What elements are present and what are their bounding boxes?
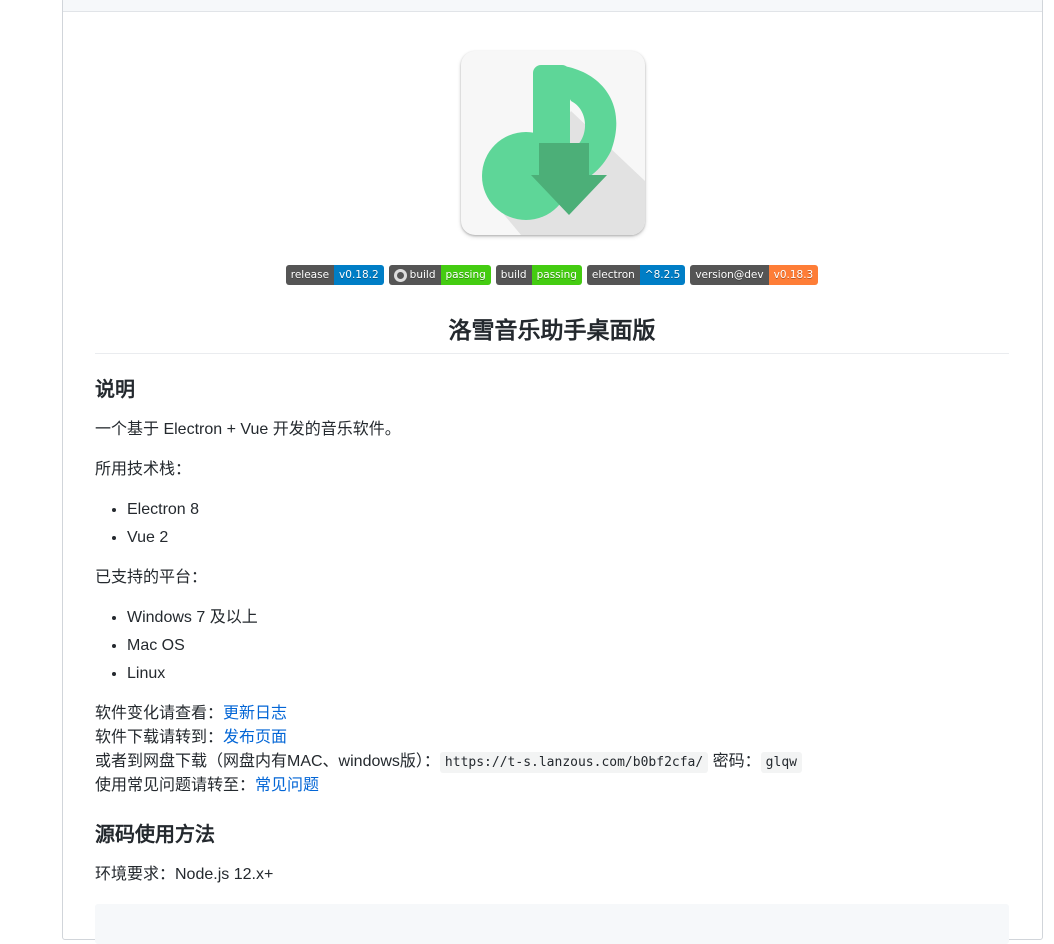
- tech-stack-label: 所用技术栈：: [95, 461, 192, 478]
- faq-link[interactable]: 常见问题: [255, 777, 319, 794]
- badge-value: passing: [440, 265, 491, 285]
- dev-version-badge[interactable]: version@dev v0.18.3: [690, 265, 819, 285]
- section-heading-description: 说明: [95, 379, 135, 401]
- build-actions-badge[interactable]: build passing: [388, 265, 491, 285]
- release-page-link[interactable]: 发布页面: [223, 729, 287, 746]
- badge-label: electron: [586, 265, 640, 285]
- badge-row: release v0.18.2 build passing build pass…: [95, 265, 1009, 285]
- app-logo: [461, 51, 647, 237]
- list-item: Windows 7 及以上: [127, 604, 258, 632]
- music-download-icon: [482, 65, 645, 235]
- badge-value: v0.18.3: [768, 265, 819, 285]
- netdisk-url: https://t-s.lanzous.com/b0bf2cfa/: [439, 752, 709, 773]
- badge-label: release: [285, 265, 335, 285]
- download-line: 软件下载请转到：发布页面: [95, 729, 288, 746]
- badge-label: version@dev: [690, 265, 769, 285]
- badge-value: ^8.2.5: [639, 265, 686, 285]
- platform-label: 已支持的平台：: [95, 569, 208, 586]
- intro-text: 一个基于 Electron + Vue 开发的音乐软件。: [95, 421, 401, 438]
- platform-list: Windows 7 及以上 Mac OS Linux: [95, 604, 258, 688]
- readme-header-bar: [63, 0, 1042, 12]
- page-title: 洛雪音乐助手桌面版: [448, 317, 656, 343]
- list-item: Linux: [127, 660, 258, 688]
- faq-line: 使用常见问题请转至：常见问题: [95, 777, 320, 794]
- code-block: [95, 904, 1009, 944]
- badge-value: v0.18.2: [334, 265, 384, 285]
- section-heading-source: 源码使用方法: [95, 824, 215, 846]
- electron-badge[interactable]: electron ^8.2.5: [586, 265, 686, 285]
- changelog-line: 软件变化请查看：更新日志: [95, 705, 288, 722]
- netdisk-password: glqw: [760, 752, 802, 773]
- netdisk-line: 或者到网盘下载（网盘内有MAC、windows版）： https://t-s.la…: [95, 750, 802, 775]
- github-actions-icon: [393, 268, 407, 282]
- list-item: Mac OS: [127, 632, 258, 660]
- list-item: Electron 8: [127, 496, 199, 524]
- logo-tile: [461, 51, 645, 235]
- build-badge[interactable]: build passing: [495, 265, 582, 285]
- readme-container: release v0.18.2 build passing build pass…: [62, 0, 1043, 944]
- tech-stack-list: Electron 8 Vue 2: [95, 496, 199, 552]
- release-badge[interactable]: release v0.18.2: [285, 265, 384, 285]
- title-divider: [95, 353, 1009, 354]
- badge-label: build: [409, 269, 436, 281]
- list-item: Vue 2: [127, 524, 199, 552]
- badge-label: build: [495, 265, 532, 285]
- badge-value: passing: [531, 265, 582, 285]
- changelog-link[interactable]: 更新日志: [223, 705, 287, 722]
- env-requirement: 环境要求：Node.js 12.x+: [95, 866, 274, 883]
